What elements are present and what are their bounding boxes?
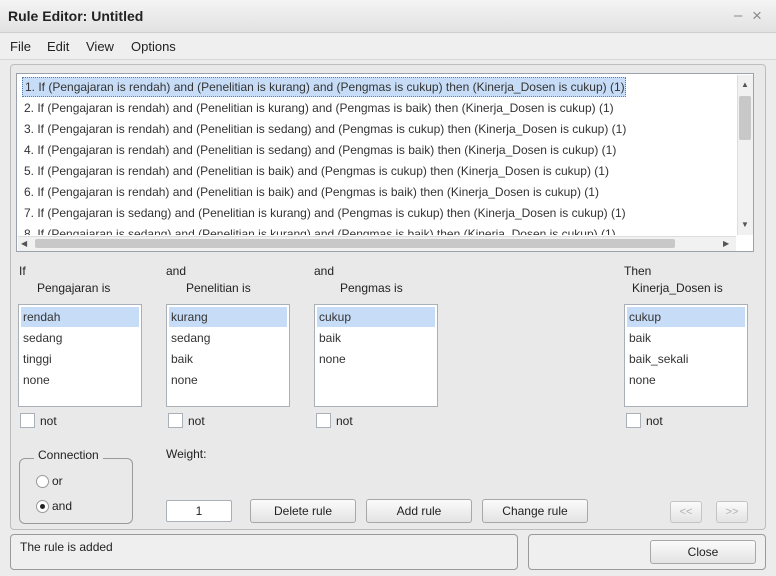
rule-item[interactable]: 4. If (Pengajaran is rendah) and (Peneli… bbox=[22, 140, 616, 160]
scroll-left-icon[interactable]: ◀ bbox=[21, 239, 27, 248]
not-label: not bbox=[188, 414, 205, 428]
or-label: or bbox=[52, 474, 63, 488]
pengajaran-label: Pengajaran is bbox=[37, 281, 111, 295]
penelitian-label: Penelitian is bbox=[186, 281, 251, 295]
weight-input[interactable]: 1 bbox=[166, 500, 232, 522]
rule-list-viewport: 1. If (Pengajaran is rendah) and (Peneli… bbox=[18, 77, 736, 235]
list-item[interactable]: tinggi bbox=[21, 349, 139, 369]
pengmas-listbox[interactable]: cukup baik none bbox=[314, 304, 438, 407]
connection-group bbox=[19, 458, 133, 524]
rule-list[interactable]: 1. If (Pengajaran is rendah) and (Peneli… bbox=[16, 73, 754, 252]
menu-view[interactable]: View bbox=[86, 39, 114, 54]
or-radio[interactable] bbox=[36, 475, 49, 488]
scroll-down-icon[interactable]: ▼ bbox=[741, 220, 749, 229]
pengmas-label: Pengmas is bbox=[340, 281, 403, 295]
list-item[interactable]: rendah bbox=[21, 307, 139, 327]
pengajaran-not-checkbox[interactable] bbox=[20, 413, 35, 428]
list-item[interactable]: cukup bbox=[627, 307, 745, 327]
next-button[interactable]: >> bbox=[716, 501, 748, 523]
delete-rule-button[interactable]: Delete rule bbox=[250, 499, 356, 523]
add-rule-button[interactable]: Add rule bbox=[366, 499, 472, 523]
window-title: Rule Editor: Untitled bbox=[8, 8, 144, 24]
weight-label: Weight: bbox=[166, 447, 207, 461]
then-label: Then bbox=[624, 264, 652, 278]
rule-item[interactable]: 7. If (Pengajaran is sedang) and (Peneli… bbox=[22, 203, 626, 223]
list-item[interactable]: baik bbox=[169, 349, 287, 369]
list-item[interactable]: baik bbox=[627, 328, 745, 348]
and-radio[interactable] bbox=[36, 500, 49, 513]
pengajaran-listbox[interactable]: rendah sedang tinggi none bbox=[18, 304, 142, 407]
rule-item[interactable]: 8. If (Pengajaran is sedang) and (Peneli… bbox=[22, 224, 616, 235]
list-item[interactable]: cukup bbox=[317, 307, 435, 327]
scroll-right-icon[interactable]: ▶ bbox=[723, 239, 729, 248]
menu-edit[interactable]: Edit bbox=[47, 39, 69, 54]
pengmas-not-checkbox[interactable] bbox=[316, 413, 331, 428]
rule-item[interactable]: 3. If (Pengajaran is rendah) and (Peneli… bbox=[22, 119, 626, 139]
rule-item[interactable]: 1. If (Pengajaran is rendah) and (Peneli… bbox=[22, 77, 626, 97]
kinerja-dosen-not-checkbox[interactable] bbox=[626, 413, 641, 428]
menu-options[interactable]: Options bbox=[131, 39, 176, 54]
list-item[interactable]: none bbox=[317, 349, 435, 369]
list-item[interactable]: sedang bbox=[169, 328, 287, 348]
list-item[interactable]: baik_sekali bbox=[627, 349, 745, 369]
connection-title: Connection bbox=[34, 448, 103, 462]
list-item[interactable]: kurang bbox=[169, 307, 287, 327]
penelitian-listbox[interactable]: kurang sedang baik none bbox=[166, 304, 290, 407]
not-label: not bbox=[646, 414, 663, 428]
menu-file[interactable]: File bbox=[10, 39, 31, 54]
penelitian-not-checkbox[interactable] bbox=[168, 413, 183, 428]
status-message: The rule is added bbox=[20, 540, 113, 554]
list-item[interactable]: none bbox=[21, 370, 139, 390]
list-item[interactable]: none bbox=[627, 370, 745, 390]
close-button[interactable]: Close bbox=[650, 540, 756, 564]
scroll-up-icon[interactable]: ▲ bbox=[741, 80, 749, 89]
kinerja-dosen-listbox[interactable]: cukup baik baik_sekali none bbox=[624, 304, 748, 407]
change-rule-button[interactable]: Change rule bbox=[482, 499, 588, 523]
vertical-scroll-thumb[interactable] bbox=[739, 96, 751, 140]
close-icon[interactable]: × bbox=[752, 6, 762, 26]
rule-item[interactable]: 2. If (Pengajaran is rendah) and (Peneli… bbox=[22, 98, 614, 118]
if-label: If bbox=[19, 264, 26, 278]
kinerja-dosen-label: Kinerja_Dosen is bbox=[632, 281, 723, 295]
menu-bar bbox=[0, 34, 776, 60]
rule-item[interactable]: 5. If (Pengajaran is rendah) and (Peneli… bbox=[22, 161, 609, 181]
and-label: and bbox=[52, 499, 73, 513]
list-item[interactable]: none bbox=[169, 370, 287, 390]
and-label-1: and bbox=[166, 264, 187, 278]
not-label: not bbox=[40, 414, 57, 428]
and-label-2: and bbox=[314, 264, 335, 278]
previous-button[interactable]: << bbox=[670, 501, 702, 523]
horizontal-scroll-thumb[interactable] bbox=[35, 239, 675, 248]
list-item[interactable]: baik bbox=[317, 328, 435, 348]
list-item[interactable]: sedang bbox=[21, 328, 139, 348]
minimize-icon[interactable]: – bbox=[734, 7, 742, 24]
not-label: not bbox=[336, 414, 353, 428]
rule-item[interactable]: 6. If (Pengajaran is rendah) and (Peneli… bbox=[22, 182, 599, 202]
